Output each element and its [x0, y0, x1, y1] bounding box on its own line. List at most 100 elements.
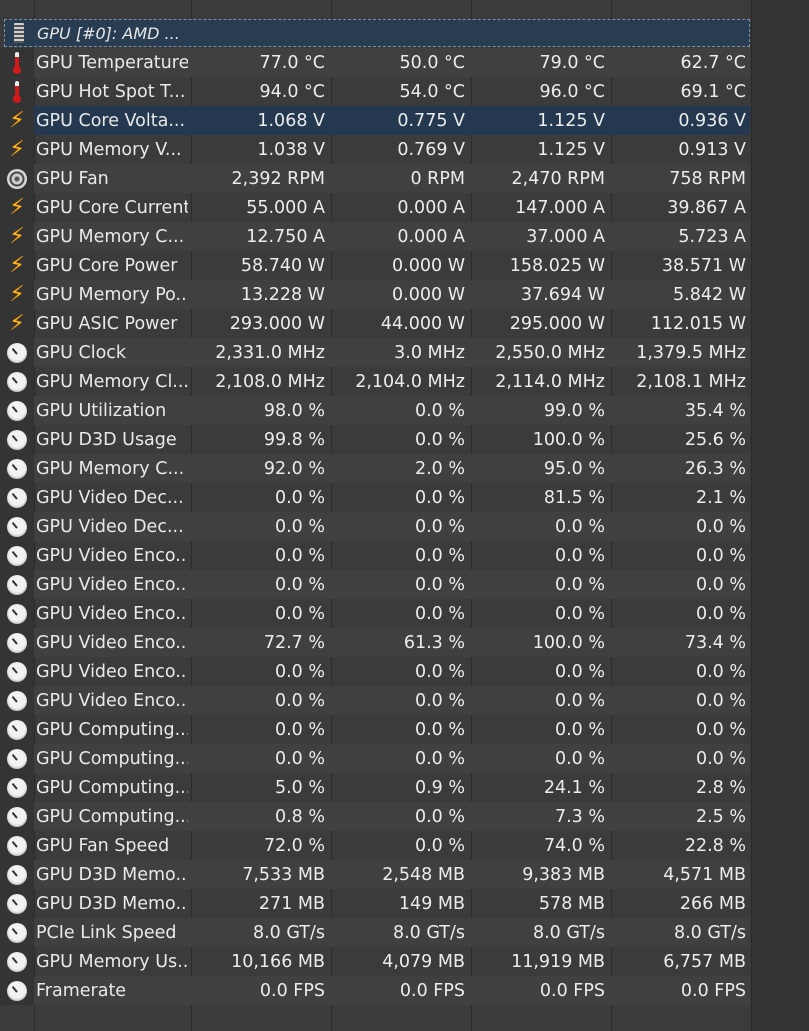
gauge-icon	[0, 454, 34, 483]
sensor-value-current: 2,331.0 MHz	[215, 342, 325, 363]
sensor-row[interactable]: GPU Utilization 98.0 % 0.0 % 99.0 % 35.4 %	[0, 396, 750, 425]
sensor-value-current: 13.228 W	[240, 284, 325, 305]
sensor-label: GPU D3D Usage	[36, 429, 177, 450]
gauge-icon	[0, 976, 34, 1005]
sensor-label: GPU Computing...	[36, 748, 188, 769]
sensor-value-average: 0.0 %	[695, 690, 746, 711]
gauge-icon	[0, 396, 34, 425]
sensor-group-header[interactable]: GPU [#0]: AMD ...	[4, 19, 750, 47]
sensor-value-current: 98.0 %	[263, 400, 325, 421]
lightning-icon: ⚡	[0, 135, 34, 164]
gauge-icon	[0, 831, 34, 860]
sensor-value-average: 0.0 %	[695, 574, 746, 595]
sensor-row[interactable]: GPU Clock 2,331.0 MHz 3.0 MHz 2,550.0 MHz 1,…	[0, 338, 750, 367]
sensor-row[interactable]: GPU Fan Speed 72.0 % 0.0 % 74.0 % 22.8 %	[0, 831, 750, 860]
sensor-value-maximum: 7.3 %	[554, 806, 605, 827]
sensor-row[interactable]: GPU Computing... 0.0 % 0.0 % 0.0 % 0.0 %	[0, 715, 750, 744]
gauge-icon	[0, 599, 34, 628]
sensor-value-minimum: 54.0 °C	[399, 81, 466, 102]
sensor-value-minimum: 44.000 W	[380, 313, 465, 334]
sensor-label: GPU Video Enco...	[36, 690, 188, 711]
sensor-value-minimum: 61.3 %	[403, 632, 465, 653]
sensor-value-minimum: 50.0 °C	[399, 52, 466, 73]
gauge-icon	[0, 918, 34, 947]
sensor-value-minimum: 0.0 %	[414, 690, 465, 711]
sensor-row[interactable]: GPU Memory Cl... 2,108.0 MHz 2,104.0 MHz 2,…	[0, 367, 750, 396]
sensor-label: GPU Video Enco...	[36, 603, 188, 624]
sensor-label: Framerate	[36, 980, 127, 1001]
sensor-value-minimum: 0.0 %	[414, 661, 465, 682]
sensor-value-maximum: 1.125 V	[537, 139, 605, 160]
sensor-row[interactable]: GPU Video Dec... 0.0 % 0.0 % 0.0 % 0.0 %	[0, 512, 750, 541]
sensor-label: GPU Temperature	[36, 52, 188, 73]
sensor-value-minimum: 0.000 A	[397, 226, 465, 247]
sensor-row[interactable]: PCIe Link Speed 8.0 GT/s 8.0 GT/s 8.0 GT/s 8…	[0, 918, 750, 947]
sensor-row[interactable]: GPU Computing... 5.0 % 0.9 % 24.1 % 2.8 %	[0, 773, 750, 802]
lightning-icon: ⚡	[0, 251, 34, 280]
gauge-icon	[0, 744, 34, 773]
sensor-row[interactable]: GPU D3D Usage 99.8 % 0.0 % 100.0 % 25.6 %	[0, 425, 750, 454]
gauge-icon	[0, 367, 34, 396]
sensor-label: GPU Video Dec...	[36, 516, 184, 537]
sensor-row[interactable]: ⚡ GPU ASIC Power 293.000 W 44.000 W 295.000 …	[0, 309, 750, 338]
sensor-value-average: 4,571 MB	[663, 864, 746, 885]
gauge-icon	[0, 570, 34, 599]
sensor-value-maximum: 8.0 GT/s	[532, 922, 605, 943]
sensor-row[interactable]: ⚡ GPU Memory Po... 13.228 W 0.000 W 37.694 W…	[0, 280, 750, 309]
sensor-row[interactable]: GPU Video Enco... 0.0 % 0.0 % 0.0 % 0.0 %	[0, 541, 750, 570]
sensor-row[interactable]: ⚡ GPU Core Power 58.740 W 0.000 W 158.025 W 3…	[0, 251, 750, 280]
sensor-table: GPU [#0]: AMD ... GPU Temperature 77.0 °C…	[0, 0, 750, 1031]
sensor-value-minimum: 0.000 W	[392, 255, 465, 276]
sensor-value-maximum: 96.0 °C	[539, 81, 606, 102]
sensor-row[interactable]: GPU Fan 2,392 RPM 0 RPM 2,470 RPM 758 RPM	[0, 164, 750, 193]
sensor-value-current: 92.0 %	[263, 458, 325, 479]
sensor-value-maximum: 295.000 W	[509, 313, 605, 334]
sensor-row[interactable]: GPU Computing... 0.0 % 0.0 % 0.0 % 0.0 %	[0, 744, 750, 773]
group-label: GPU [#0]: AMD ...	[37, 23, 180, 43]
sensor-row[interactable]: GPU Temperature 77.0 °C 50.0 °C 79.0 °C 62.7…	[0, 48, 750, 77]
gauge-icon	[0, 512, 34, 541]
sensor-value-maximum: 11,919 MB	[511, 951, 605, 972]
sensor-row[interactable]: ⚡ GPU Memory C... 12.750 A 0.000 A 37.000 A 5…	[0, 222, 750, 251]
sensor-row[interactable]: GPU Video Enco... 0.0 % 0.0 % 0.0 % 0.0 %	[0, 657, 750, 686]
sensor-row[interactable]: GPU Memory Us... 10,166 MB 4,079 MB 11,919 …	[0, 947, 750, 976]
sensor-value-current: 12.750 A	[246, 226, 325, 247]
sensor-value-current: 0.0 %	[274, 545, 325, 566]
sensor-row[interactable]: GPU Video Enco... 72.7 % 61.3 % 100.0 % 73.4…	[0, 628, 750, 657]
sensor-row[interactable]: GPU Hot Spot T... 94.0 °C 54.0 °C 96.0 °C 69…	[0, 77, 750, 106]
sensor-value-minimum: 0.0 %	[414, 603, 465, 624]
sensor-label: GPU Hot Spot T...	[36, 81, 186, 102]
sensor-value-average: 0.0 %	[695, 719, 746, 740]
sensor-label: GPU Video Enco...	[36, 632, 188, 653]
sensor-value-maximum: 2,470 RPM	[511, 168, 605, 189]
sensor-value-average: 0.0 %	[695, 748, 746, 769]
sensor-value-minimum: 0.0 %	[414, 429, 465, 450]
sensor-value-maximum: 100.0 %	[532, 632, 605, 653]
sensor-row[interactable]: ⚡ GPU Memory V... 1.038 V 0.769 V 1.125 V 0.9…	[0, 135, 750, 164]
sensor-value-current: 271 MB	[258, 893, 325, 914]
sensor-value-average: 2,108.1 MHz	[636, 371, 746, 392]
sensor-value-maximum: 0.0 FPS	[539, 980, 605, 1001]
sensor-row[interactable]: GPU D3D Memo... 271 MB 149 MB 578 MB 266 MB	[0, 889, 750, 918]
sensor-value-maximum: 2,114.0 MHz	[495, 371, 605, 392]
sensor-value-minimum: 3.0 MHz	[394, 342, 465, 363]
sensor-value-average: 35.4 %	[684, 400, 746, 421]
sensor-row[interactable]: GPU Memory C... 92.0 % 2.0 % 95.0 % 26.3 %	[0, 454, 750, 483]
sensor-label: GPU Memory Cl...	[36, 371, 188, 392]
gauge-icon	[0, 338, 34, 367]
sensor-value-maximum: 1.125 V	[537, 110, 605, 131]
sensor-row[interactable]: GPU Computing... 0.8 % 0.0 % 7.3 % 2.5 %	[0, 802, 750, 831]
sensor-value-average: 1,379.5 MHz	[636, 342, 746, 363]
gauge-icon	[0, 657, 34, 686]
sensor-row[interactable]: GPU Video Enco... 0.0 % 0.0 % 0.0 % 0.0 %	[0, 570, 750, 599]
sensor-row[interactable]: GPU D3D Memo... 7,533 MB 2,548 MB 9,383 MB 4…	[0, 860, 750, 889]
sensor-row[interactable]: Framerate 0.0 FPS 0.0 FPS 0.0 FPS 0.0 FPS	[0, 976, 750, 1005]
sensor-row[interactable]: GPU Video Enco... 0.0 % 0.0 % 0.0 % 0.0 %	[0, 599, 750, 628]
sensor-row[interactable]: ⚡ GPU Core Current 55.000 A 0.000 A 147.000 …	[0, 193, 750, 222]
gauge-icon	[0, 947, 34, 976]
sensor-label: GPU Video Enco...	[36, 661, 188, 682]
sensor-label: GPU Computing...	[36, 719, 188, 740]
sensor-row[interactable]: GPU Video Dec... 0.0 % 0.0 % 81.5 % 2.1 %	[0, 483, 750, 512]
sensor-row[interactable]: GPU Video Enco... 0.0 % 0.0 % 0.0 % 0.0 %	[0, 686, 750, 715]
sensor-row[interactable]: ⚡ GPU Core Volta... 1.068 V 0.775 V 1.125 V 0…	[0, 106, 750, 135]
